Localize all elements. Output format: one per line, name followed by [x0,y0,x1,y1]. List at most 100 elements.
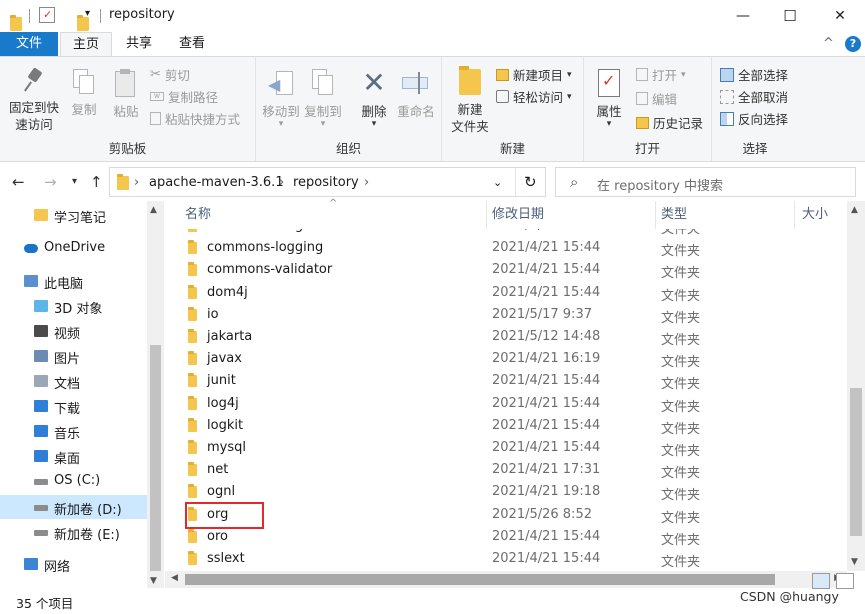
file-row[interactable]: oro 2021/4/21 15:44 文件夹 [165,526,845,548]
minimize-button[interactable]: — [720,0,766,32]
edit-button[interactable]: 编辑 [636,89,677,108]
recent-locations-icon[interactable]: ▾ [72,176,77,187]
nav-item[interactable]: 新加卷 (D:) [0,495,147,519]
file-date: 2021/5/26 8:52 [492,506,592,522]
nav-item[interactable]: 桌面 [0,444,147,468]
nav-item[interactable]: 视频 [0,319,147,343]
file-row[interactable]: dom4j 2021/4/21 15:44 文件夹 [165,282,845,304]
nav-item[interactable]: OneDrive [0,236,147,260]
collapse-ribbon-icon[interactable]: ^ [823,36,834,51]
maximize-button[interactable]: ☐ [767,0,813,32]
file-row[interactable]: io 2021/5/17 9:37 文件夹 [165,304,845,326]
column-header-name[interactable]: 名称 [185,201,211,229]
new-folder-button[interactable]: 新建 文件夹 [448,66,492,135]
file-row[interactable]: commons-lang 2021/4/21 15:44 文件夹 [165,229,845,237]
copy-path-button[interactable]: W 复制路径 [150,87,218,106]
cut-button[interactable]: ✂ 剪切 [150,65,190,84]
pin-quick-access-button[interactable]: 固定到快 速访问 [6,67,62,133]
new-item-label: 新建项目 [513,68,564,83]
up-arrow-icon[interactable]: ↑ [90,173,103,191]
file-row[interactable]: net 2021/4/21 17:31 文件夹 [165,459,845,481]
paste-shortcut-button[interactable]: 粘贴快捷方式 [150,109,240,128]
file-row[interactable]: javax 2021/4/21 16:19 文件夹 [165,348,845,370]
column-separator[interactable] [655,201,656,229]
file-row[interactable]: sslext 2021/4/21 15:44 文件夹 [165,548,845,570]
breadcrumb-separator-icon[interactable]: › [279,175,284,190]
breadcrumb-item[interactable]: repository [293,175,359,190]
nav-item[interactable]: OS (C:) [0,469,147,493]
column-header-size[interactable]: 大小 [802,201,828,229]
nav-item[interactable]: 此电脑 [0,269,147,293]
paste-button[interactable]: 粘贴 [106,69,146,120]
nav-item[interactable]: 网络 [0,552,147,576]
file-list-vscrollbar[interactable]: ▲ ▼ [847,201,865,571]
breadcrumb-separator-icon[interactable]: › [364,175,369,190]
history-button[interactable]: 历史记录 [636,113,703,132]
large-icons-view-icon[interactable] [836,573,854,589]
nav-item[interactable]: 学习笔记 [0,203,147,227]
invert-selection-button[interactable]: 反向选择 [720,109,788,128]
address-history-dropdown-icon[interactable]: ⌄ [493,176,502,189]
scrollbar-thumb[interactable] [150,345,161,571]
copy-to-button[interactable]: 复制到 ▾ [302,69,344,129]
new-folder-quick-icon[interactable] [77,15,89,31]
file-list-hscrollbar[interactable]: ◀ ▶ [165,571,847,588]
scroll-up-icon[interactable]: ▲ [851,205,858,215]
tab-view[interactable]: 查看 [166,32,218,56]
column-header-type[interactable]: 类型 [661,201,687,229]
scroll-down-icon[interactable]: ▼ [851,557,858,567]
properties-quick-icon[interactable]: ✓ [39,7,55,23]
breadcrumb-separator-icon[interactable]: › [134,175,139,190]
file-row[interactable]: jakarta 2021/5/12 14:48 文件夹 [165,326,845,348]
nav-item[interactable]: 新加卷 (E:) [0,520,147,544]
column-separator[interactable] [794,201,795,229]
file-row[interactable]: org 2021/5/26 8:52 文件夹 [165,504,845,526]
easy-access-button[interactable]: 轻松访问 ▾ [496,87,572,106]
column-header-date[interactable]: 修改日期 [492,201,544,229]
nav-item[interactable]: 音乐 [0,419,147,443]
properties-button[interactable]: ✓ 属性 ▾ [590,69,628,129]
search-input[interactable]: 在 repository 中搜索 [597,175,723,194]
help-icon[interactable]: ? [845,36,861,52]
new-item-button[interactable]: 新建项目 ▾ [496,65,572,84]
back-arrow-icon[interactable]: ← [12,173,25,191]
nav-item[interactable]: 下载 [0,394,147,418]
details-view-icon[interactable] [812,573,830,589]
music-icon [34,425,48,437]
address-bar[interactable]: › apache-maven-3.6.1 › repository › ⌄ ↻ [109,167,546,197]
tab-file[interactable]: 文件 [0,32,58,56]
scroll-down-icon[interactable]: ▼ [150,576,157,586]
move-to-button[interactable]: ◀ 移动到 ▾ [260,69,302,129]
file-row[interactable]: ognl 2021/4/21 19:18 文件夹 [165,481,845,503]
select-all-button[interactable]: 全部选择 [720,65,788,84]
nav-item[interactable]: 图片 [0,344,147,368]
forward-arrow-icon[interactable]: → [44,173,57,191]
quick-access-dropdown-icon[interactable]: ▾ [85,8,90,19]
copy-button[interactable]: 复制 [64,69,104,118]
file-row[interactable]: mysql 2021/4/21 15:44 文件夹 [165,437,845,459]
tab-share[interactable]: 共享 [114,32,164,56]
close-button[interactable]: ✕ [817,0,863,32]
rename-button[interactable]: 重命名 [394,69,438,120]
scrollbar-thumb[interactable] [185,574,775,585]
open-button[interactable]: 打开 ▾ [636,65,686,84]
refresh-icon[interactable]: ↻ [524,173,537,191]
search-box[interactable]: ⌕ 在 repository 中搜索 [555,167,856,197]
file-row[interactable]: commons-validator 2021/4/21 15:44 文件夹 [165,259,845,281]
select-none-button[interactable]: 全部取消 [720,87,788,106]
delete-button[interactable]: ✕ 删除 ▾ [356,69,392,129]
nav-item[interactable]: 3D 对象 [0,294,147,318]
file-row[interactable]: commons-logging 2021/4/21 15:44 文件夹 [165,237,845,259]
scroll-up-icon[interactable]: ▲ [150,205,157,215]
nav-scrollbar[interactable]: ▲ ▼ [147,201,164,588]
file-row[interactable]: log4j 2021/4/21 15:44 文件夹 [165,393,845,415]
scroll-left-icon[interactable]: ◀ [171,573,178,583]
scrollbar-thumb[interactable] [850,388,862,536]
tab-home[interactable]: 主页 [60,32,112,57]
nav-item[interactable]: 文档 [0,369,147,393]
column-separator[interactable] [486,201,487,229]
file-name: commons-validator [207,262,333,278]
file-row[interactable]: logkit 2021/4/21 15:44 文件夹 [165,415,845,437]
file-row[interactable]: junit 2021/4/21 15:44 文件夹 [165,370,845,392]
breadcrumb-item[interactable]: apache-maven-3.6.1 [149,175,284,190]
